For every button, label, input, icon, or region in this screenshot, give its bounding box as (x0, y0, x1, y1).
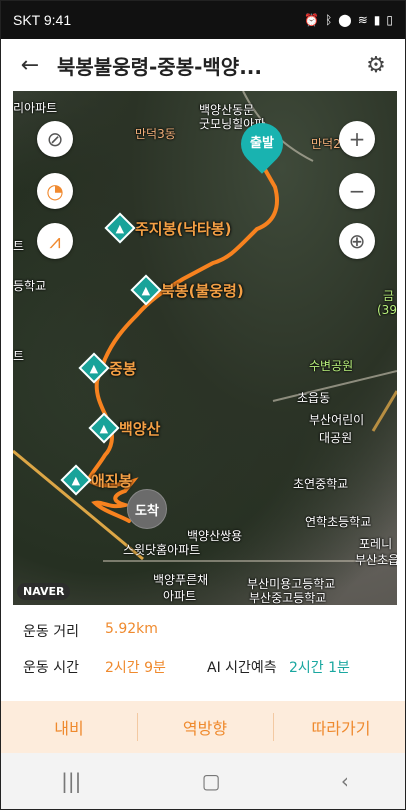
time-value: 2시간 9분 (105, 660, 166, 676)
peak-marker[interactable]: ▲ 북봉(불웅령) (130, 274, 244, 306)
home-icon[interactable]: ▢ (202, 769, 221, 793)
system-nav-bar: ||| ▢ ‹ (1, 753, 405, 809)
zoom-out-button[interactable]: − (339, 173, 375, 209)
back-arrow-icon[interactable]: ← (13, 48, 47, 82)
map-label: 등학교 (13, 279, 47, 293)
map-label: 초읍동 (297, 391, 331, 405)
stats-panel: 운동 거리 5.92km 운동 시간 2시간 9분 AI 시간예측 2시간 1분 (1, 605, 405, 701)
page-title: 북봉불웅령-중봉-백양... (57, 54, 262, 79)
peak-marker[interactable]: ▲ 중봉 (78, 352, 137, 384)
reverse-button[interactable]: 역방향 (137, 701, 273, 753)
map-label: 부산중고등학교 (249, 591, 327, 605)
map-label: 트 (13, 239, 25, 253)
speedometer-icon[interactable]: ◔ (37, 173, 73, 209)
map-label: 금 (383, 289, 395, 303)
back-icon[interactable]: ‹ (341, 769, 349, 793)
map-label: 포레니 (359, 537, 393, 551)
distance-value: 5.92km (105, 621, 158, 637)
battery-icon: ▯ (386, 13, 393, 27)
map-label: 연학초등학교 (305, 515, 372, 529)
peak-name: 주지봉(낙타봉) (135, 219, 232, 238)
map-label: 아파트 (163, 589, 197, 603)
ai-time-label: AI 시간예측 (207, 660, 277, 676)
end-marker[interactable]: 도착 (127, 489, 167, 529)
ai-time-value: 2시간 1분 (289, 660, 350, 676)
action-bar: 내비 역방향 따라가기 (1, 701, 405, 753)
start-label: 출발 (250, 136, 274, 151)
map-label: 부산어린이 (309, 413, 365, 427)
status-icons: ⏰ ᛒ ⬤ ≋ ▮ ▯ (304, 13, 393, 27)
navigation-button[interactable]: 내비 (1, 701, 137, 753)
time-label: 운동 시간 (23, 660, 79, 676)
distance-label: 운동 거리 (23, 624, 79, 640)
bluetooth-icon: ᛒ (325, 13, 333, 27)
carrier-time: SKT 9:41 (13, 12, 72, 28)
peak-marker[interactable]: ▲ 주지봉(낙타봉) (104, 212, 232, 244)
map-label: 백양푸른채 (153, 573, 209, 587)
wifi-icon: ≋ (357, 13, 368, 27)
map-label: 스윗닷홈아파트 (123, 543, 201, 557)
my-location-icon[interactable]: ⊕ (339, 223, 375, 259)
compass-icon[interactable]: ⊘ (37, 121, 73, 157)
elevation-icon[interactable]: ⩘ (37, 223, 73, 259)
mountain-icon: ▲ (60, 464, 92, 496)
mountain-icon: ▲ (104, 212, 136, 244)
map-label: 초연중학교 (293, 477, 349, 491)
mountain-icon: ▲ (130, 274, 162, 306)
map-label: 만덕3동 (135, 127, 176, 141)
map-label: 수변공원 (309, 359, 354, 373)
peak-name: 애진봉 (91, 471, 133, 490)
map-view[interactable]: 백양산동문 굿모닝힐아파 만덕3동 만덕2동 리아파트 트 등학교 트 수변공원… (13, 91, 397, 605)
peak-name: 백양산 (119, 419, 161, 438)
map-label: 트 (13, 349, 25, 363)
map-label: (399 (377, 303, 397, 317)
follow-button[interactable]: 따라가기 (273, 701, 405, 753)
map-label: 리아파트 (13, 101, 58, 115)
top-bar: ← 북봉불웅령-중봉-백양... ⚙ (1, 39, 405, 91)
recent-apps-icon[interactable]: ||| (61, 769, 81, 793)
peak-name: 중봉 (109, 359, 137, 378)
alarm-icon: ⏰ (304, 13, 320, 27)
peak-marker[interactable]: ▲ 백양산 (88, 412, 161, 444)
app-frame: SKT 9:41 ⏰ ᛒ ⬤ ≋ ▮ ▯ ← 북봉불웅령-중봉-백양... ⚙ … (0, 0, 406, 810)
mountain-icon: ▲ (88, 412, 120, 444)
map-label: 부산초읍 (355, 553, 397, 567)
mountain-icon: ▲ (78, 352, 110, 384)
status-bar: SKT 9:41 ⏰ ᛒ ⬤ ≋ ▮ ▯ (1, 1, 405, 39)
map-label: 대공원 (319, 431, 353, 445)
peak-marker[interactable]: ▲ 애진봉 (60, 464, 133, 496)
signal-icon: ▮ (373, 13, 381, 27)
zoom-in-button[interactable]: + (339, 121, 375, 157)
peak-name: 북봉(불웅령) (161, 281, 244, 300)
location-icon: ⬤ (338, 13, 352, 27)
gear-icon[interactable]: ⚙ (359, 48, 393, 82)
naver-logo: NAVER (17, 583, 71, 600)
